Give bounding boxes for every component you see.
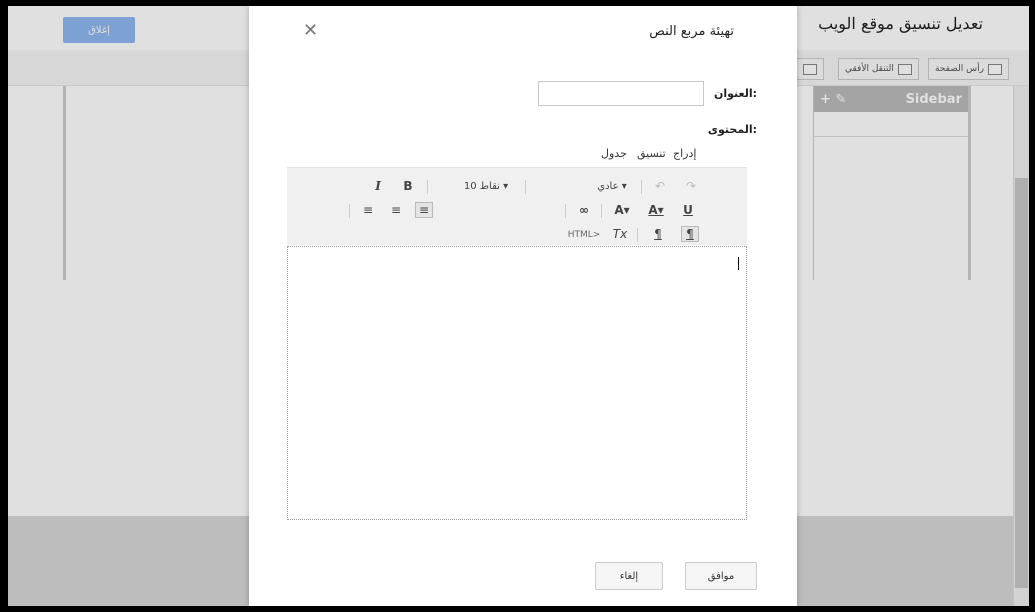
separator	[641, 180, 642, 194]
highlight-button[interactable]: A▾	[613, 202, 631, 218]
content-label: المحتوى:	[707, 123, 757, 136]
editor-toolbar: ↷ ↶ عادي ▾ 10 نقاط ▾ B I U A▾ A▾ ∞ ≡ ≡ ≡…	[287, 167, 747, 245]
separator	[349, 204, 350, 218]
separator	[525, 180, 526, 194]
dialog-title: تهيئة مربع النص	[649, 24, 734, 39]
content-editor[interactable]	[287, 246, 747, 520]
text-caret	[738, 257, 739, 270]
rtl-icon[interactable]: ¶	[681, 226, 699, 242]
align-right-icon[interactable]: ≡	[415, 202, 433, 218]
text-color-button[interactable]: A▾	[647, 202, 665, 218]
editor-menu-bar: إدراج تنسيق جدول	[287, 141, 747, 167]
link-icon[interactable]: ∞	[575, 202, 593, 218]
title-input[interactable]	[538, 81, 704, 106]
app-frame: إغلاق تعديل تنسيق موقع الويب رأس الصفحة …	[8, 6, 1029, 606]
separator	[427, 180, 428, 194]
redo-icon[interactable]: ↷	[682, 178, 700, 194]
separator	[565, 204, 566, 218]
menu-format[interactable]: تنسيق	[637, 147, 666, 160]
close-icon[interactable]: ✕	[303, 20, 318, 41]
bold-button[interactable]: B	[399, 178, 417, 194]
title-label: العنوان:	[713, 87, 757, 100]
menu-table[interactable]: جدول	[601, 147, 627, 160]
align-left-icon[interactable]: ≡	[359, 202, 377, 218]
text-box-dialog: تهيئة مربع النص ✕ العنوان: المحتوى: إدرا…	[249, 6, 797, 606]
separator	[601, 204, 602, 218]
ltr-icon[interactable]: ¶	[649, 226, 667, 242]
separator	[637, 228, 638, 242]
ok-button[interactable]: موافق	[685, 562, 757, 590]
underline-button[interactable]: U	[679, 202, 697, 218]
align-center-icon[interactable]: ≡	[387, 202, 405, 218]
menu-insert[interactable]: إدراج	[673, 147, 696, 160]
undo-icon[interactable]: ↶	[651, 178, 669, 194]
font-size-select[interactable]: 10 نقاط ▾	[455, 179, 517, 193]
cancel-button[interactable]: إلغاء	[595, 562, 663, 590]
clear-format-icon[interactable]: Tx	[611, 226, 629, 242]
style-select[interactable]: عادي ▾	[589, 179, 635, 193]
html-button[interactable]: HTML>	[567, 228, 601, 242]
italic-button[interactable]: I	[369, 178, 387, 194]
